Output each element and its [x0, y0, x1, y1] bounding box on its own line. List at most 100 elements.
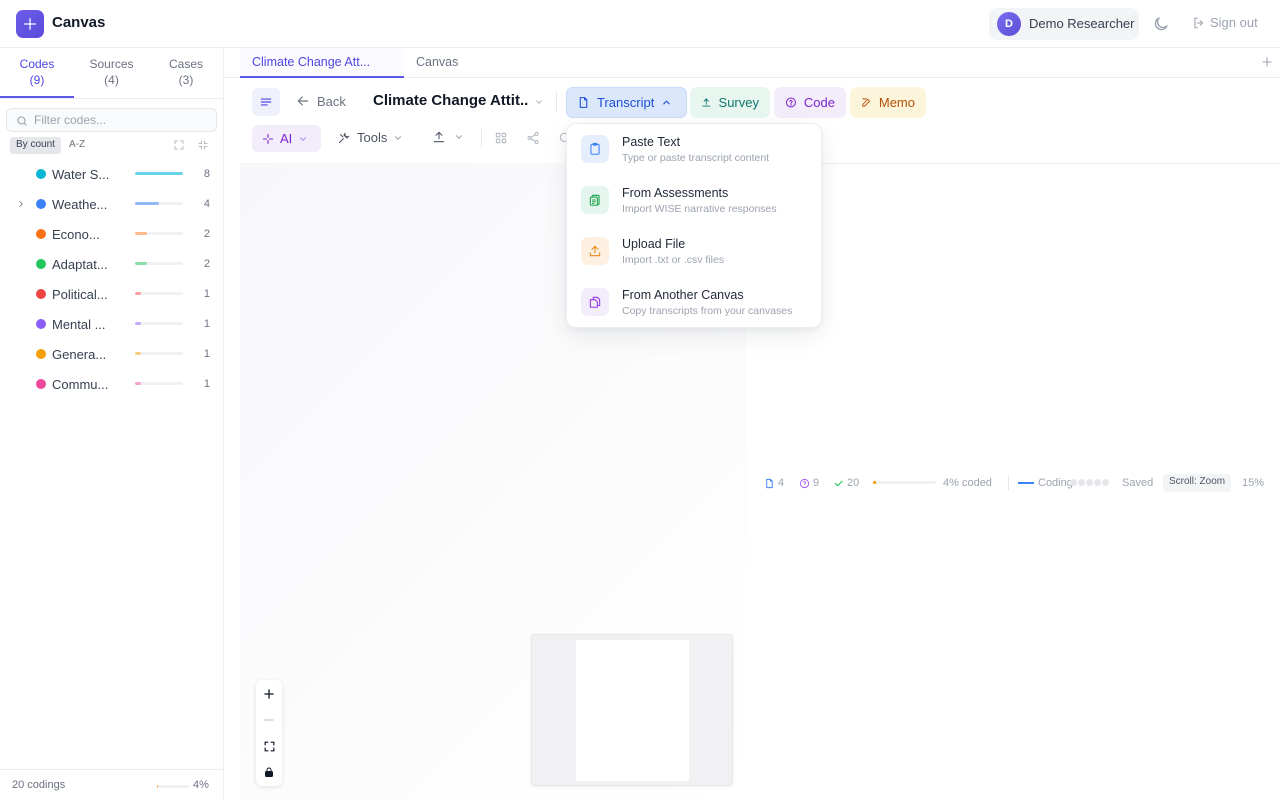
- code-row[interactable]: Commu... 1: [0, 369, 224, 399]
- code-row[interactable]: Weathe... 4: [0, 189, 224, 219]
- sort-by-count-button[interactable]: By count: [10, 137, 61, 154]
- user-menu[interactable]: D Demo Researcher: [989, 8, 1139, 40]
- survey-button[interactable]: Survey: [690, 87, 770, 118]
- tab-canvas[interactable]: Canvas: [404, 48, 470, 78]
- code-row[interactable]: Genera... 1: [0, 339, 224, 369]
- logout-icon: [1194, 17, 1204, 28]
- menu-item-title: Upload File: [622, 237, 686, 251]
- questions-count: 9: [813, 477, 820, 489]
- menu-icon: [260, 98, 272, 106]
- code-row[interactable]: Adaptat... 2: [0, 249, 224, 279]
- add-tab-icon[interactable]: [1260, 55, 1274, 69]
- coding-mode-indicator: [1018, 482, 1034, 484]
- moon-icon[interactable]: [1152, 15, 1170, 33]
- zoom-out-button[interactable]: [256, 707, 282, 733]
- code-frequency-bar: [135, 352, 183, 355]
- collapse-all-icon[interactable]: [197, 139, 209, 151]
- tab-cases[interactable]: Cases (3): [149, 48, 223, 98]
- fit-view-button[interactable]: [256, 733, 282, 759]
- scroll-mode-badge[interactable]: Scroll: Zoom: [1163, 474, 1232, 492]
- sparkle-icon: [24, 18, 36, 30]
- sources-stat: 4: [764, 476, 784, 490]
- menu-item-description: Type or paste transcript content: [622, 152, 770, 164]
- file-icon: [579, 97, 588, 108]
- export-button[interactable]: [432, 130, 464, 144]
- lock-button[interactable]: [256, 759, 282, 785]
- zoom-in-button[interactable]: [256, 681, 282, 707]
- memo-label: Memo: [878, 95, 915, 110]
- chevron-right-icon[interactable]: [16, 198, 26, 210]
- upload-icon: [433, 131, 445, 143]
- code-frequency-fill: [135, 382, 141, 385]
- menu-item-title: From Another Canvas: [622, 288, 744, 302]
- tab-codes[interactable]: Codes (9): [0, 48, 74, 98]
- menu-item-title: Paste Text: [622, 135, 681, 149]
- code-frequency-fill: [135, 352, 141, 355]
- ai-button[interactable]: AI: [252, 125, 321, 152]
- tab-sources[interactable]: Sources (4): [74, 48, 149, 98]
- code-color-dot: [36, 349, 46, 359]
- tools-icon: [338, 132, 350, 143]
- app-logo[interactable]: [16, 10, 44, 38]
- code-row[interactable]: Water S... 8: [0, 159, 224, 189]
- sign-out-button[interactable]: Sign out: [1192, 15, 1258, 30]
- sort-az-button[interactable]: A-Z: [63, 137, 91, 154]
- code-row[interactable]: Econo... 2: [0, 219, 224, 249]
- survey-label: Survey: [718, 95, 759, 110]
- code-frequency-fill: [135, 322, 141, 325]
- chevron-down-icon: [300, 136, 307, 141]
- menu-item-from-another-canvas[interactable]: From Another Canvas Copy transcripts fro…: [567, 277, 823, 328]
- tab-codes-label: Codes: [19, 57, 55, 71]
- progress-dot: [1070, 479, 1077, 486]
- expand-all-icon[interactable]: [173, 139, 185, 151]
- code-name: Mental ...: [52, 317, 106, 332]
- menu-item-paste-text[interactable]: Paste Text Type or paste transcript cont…: [567, 124, 823, 175]
- menu-item-from-assessments[interactable]: From Assessments Import WISE narrative r…: [567, 175, 823, 226]
- question-circle-icon: [799, 478, 810, 488]
- code-button[interactable]: Code: [774, 87, 846, 118]
- tab-climate-change[interactable]: Climate Change Att...: [240, 48, 404, 78]
- progress-dot: [1102, 479, 1109, 486]
- sources-count: 4: [778, 477, 785, 489]
- transcript-button[interactable]: Transcript: [566, 87, 687, 118]
- code-count: 1: [203, 378, 210, 390]
- canvas-name[interactable]: Climate Change Attit...: [373, 92, 529, 109]
- menu-item-description: Copy transcripts from your canvases: [622, 305, 793, 317]
- sidebar-toggle-button[interactable]: [252, 88, 280, 116]
- progress-dot: [1086, 479, 1093, 486]
- code-frequency-bar: [135, 202, 183, 205]
- clipboard-list-icon: [581, 186, 609, 214]
- tools-button[interactable]: Tools: [337, 130, 403, 145]
- minimap-viewport[interactable]: [576, 640, 689, 781]
- upload-icon: [702, 98, 711, 107]
- code-row[interactable]: Mental ... 1: [0, 309, 224, 339]
- minimap[interactable]: [531, 634, 733, 786]
- code-row[interactable]: Political... 1: [0, 279, 224, 309]
- chevron-down-icon[interactable]: [533, 97, 545, 107]
- user-name: Demo Researcher: [1029, 16, 1135, 31]
- back-button[interactable]: Back: [295, 93, 346, 109]
- arrow-left-icon: [297, 96, 309, 106]
- menu-item-upload-file[interactable]: Upload File Import .txt or .csv files: [567, 226, 823, 277]
- code-count: 1: [203, 318, 210, 330]
- tools-label: Tools: [357, 130, 388, 145]
- code-frequency-bar: [135, 172, 183, 175]
- question-circle-icon: [785, 97, 796, 108]
- divider: [481, 129, 482, 147]
- grid-icon[interactable]: [494, 131, 508, 145]
- code-color-dot: [36, 319, 46, 329]
- code-color-dot: [36, 169, 46, 179]
- code-name: Adaptat...: [52, 257, 108, 272]
- codes-sidebar: Codes (9) Sources (4) Cases (3) By count…: [0, 48, 224, 800]
- transcript-menu: Paste Text Type or paste transcript cont…: [566, 123, 822, 328]
- code-frequency-fill: [135, 202, 159, 205]
- minus-icon: [264, 719, 274, 721]
- share-icon[interactable]: [526, 131, 540, 145]
- code-frequency-bar: [135, 232, 183, 235]
- code-name: Commu...: [52, 377, 109, 392]
- zoom-controls: [256, 680, 282, 786]
- filter-codes-input[interactable]: [34, 112, 204, 128]
- coding-progress-dots: [1070, 479, 1109, 486]
- memo-button[interactable]: Memo: [850, 87, 926, 118]
- codings-count: 20: [847, 477, 860, 489]
